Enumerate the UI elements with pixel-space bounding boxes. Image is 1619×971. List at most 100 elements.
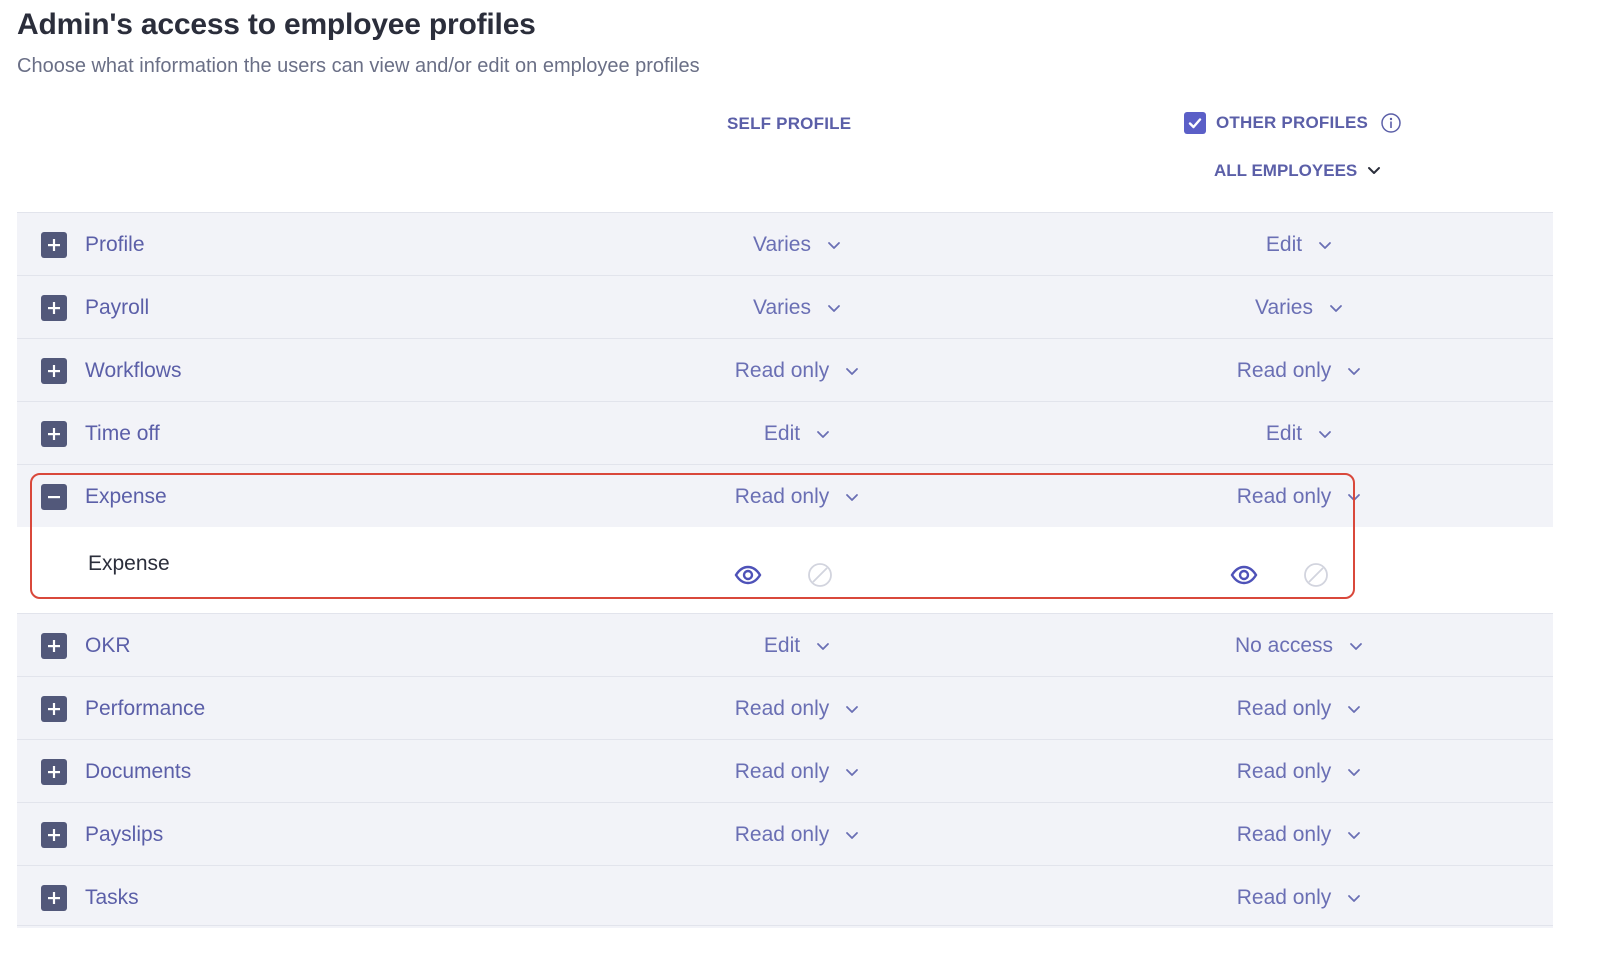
self-access-dropdown[interactable]: Varies [677, 295, 917, 321]
permissions-table: Profile Varies Edit Payroll Varies Varies Work… [17, 212, 1553, 928]
row-label: OKR [85, 634, 131, 657]
expense-detail-row: Expense [17, 527, 1553, 613]
chevron-down-icon [1347, 768, 1361, 777]
plus-icon [47, 427, 61, 441]
plus-icon [47, 828, 61, 842]
chevron-down-icon [845, 367, 859, 376]
table-row-workflows: Workflows Read only Read only [17, 338, 1553, 401]
permissions-page: Admin's access to employee profiles Choo… [0, 0, 1619, 971]
self-access-value: Varies [753, 233, 811, 256]
self-access-value: Read only [734, 823, 830, 846]
chevron-down-icon [1347, 894, 1361, 903]
row-label: Time off [85, 422, 160, 445]
self-access-dropdown[interactable]: Read only [677, 759, 917, 785]
employee-scope-dropdown[interactable]: ALL EMPLOYEES [1214, 161, 1381, 181]
other-access-value: Read only [1236, 823, 1332, 846]
self-access-dropdown[interactable]: Read only [677, 822, 917, 848]
other-access-value: Read only [1236, 760, 1332, 783]
other-access-dropdown[interactable]: Read only [1179, 696, 1419, 722]
other-access-value: Varies [1255, 296, 1313, 319]
chevron-down-icon [1318, 430, 1332, 439]
eye-icon[interactable] [733, 560, 763, 590]
self-profile-header: SELF PROFILE [727, 114, 852, 133]
other-access-dropdown[interactable]: Edit [1179, 232, 1419, 258]
table-row-payroll: Payroll Varies Varies [17, 275, 1553, 338]
table-row-performance: Performance Read only Read only [17, 676, 1553, 739]
other-access-dropdown[interactable]: No access [1179, 633, 1419, 659]
chevron-down-icon [1347, 705, 1361, 714]
chevron-down-icon [1368, 167, 1381, 174]
other-access-value: Read only [1236, 697, 1332, 720]
other-access-dropdown[interactable]: Read only [1179, 885, 1419, 911]
other-access-value: Read only [1236, 886, 1332, 909]
row-label: Expense [85, 485, 167, 508]
row-label: Tasks [85, 886, 139, 909]
plus-icon [47, 765, 61, 779]
no-access-icon[interactable] [1301, 560, 1331, 590]
table-row-documents: Documents Read only Read only [17, 739, 1553, 802]
expand-button[interactable] [41, 633, 67, 659]
plus-icon [47, 364, 61, 378]
expand-button[interactable] [41, 232, 67, 258]
chevron-down-icon [1347, 367, 1361, 376]
self-access-dropdown[interactable]: Edit [677, 633, 917, 659]
other-access-dropdown[interactable]: Read only [1179, 759, 1419, 785]
chevron-down-icon [816, 430, 830, 439]
plus-icon [47, 639, 61, 653]
chevron-down-icon [1347, 831, 1361, 840]
table-row-time-off: Time off Edit Edit [17, 401, 1553, 464]
minus-icon [47, 490, 61, 504]
expand-button[interactable] [41, 822, 67, 848]
employee-scope-label: ALL EMPLOYEES [1214, 161, 1358, 180]
other-access-value: Edit [1265, 233, 1303, 256]
self-access-dropdown[interactable]: Edit [677, 421, 917, 447]
self-access-dropdown[interactable]: Read only [677, 484, 917, 510]
chevron-down-icon [827, 304, 841, 313]
self-access-dropdown[interactable]: Read only [677, 358, 917, 384]
other-access-dropdown[interactable]: Varies [1179, 295, 1419, 321]
chevron-down-icon [1329, 304, 1343, 313]
expand-button[interactable] [41, 358, 67, 384]
chevron-down-icon [1347, 493, 1361, 502]
other-access-dropdown[interactable]: Read only [1179, 822, 1419, 848]
collapse-button[interactable] [41, 484, 67, 510]
other-access-dropdown[interactable]: Read only [1179, 484, 1419, 510]
chevron-down-icon [845, 705, 859, 714]
page-title: Admin's access to employee profiles [17, 8, 536, 41]
table-row-profile: Profile Varies Edit [17, 212, 1553, 275]
table-row-payslips: Payslips Read only Read only [17, 802, 1553, 865]
other-profiles-header: OTHER PROFILES [1184, 112, 1402, 134]
other-access-value: Read only [1236, 485, 1332, 508]
plus-icon [47, 301, 61, 315]
self-access-dropdown[interactable]: Read only [677, 696, 917, 722]
self-access-dropdown[interactable]: Varies [677, 232, 917, 258]
expand-button[interactable] [41, 295, 67, 321]
check-icon [1188, 118, 1202, 129]
self-access-value: Edit [763, 422, 801, 445]
other-access-dropdown[interactable]: Read only [1179, 358, 1419, 384]
other-access-value: No access [1234, 634, 1334, 657]
expand-button[interactable] [41, 696, 67, 722]
info-icon[interactable] [1380, 112, 1402, 134]
chevron-down-icon [1349, 642, 1363, 651]
row-label: Workflows [85, 359, 182, 382]
no-access-icon[interactable] [805, 560, 835, 590]
eye-icon[interactable] [1229, 560, 1259, 590]
other-access-value: Edit [1265, 422, 1303, 445]
plus-icon [47, 702, 61, 716]
chevron-down-icon [816, 642, 830, 651]
plus-icon [47, 891, 61, 905]
expand-button[interactable] [41, 421, 67, 447]
row-label: Performance [85, 697, 206, 720]
table-row-tasks: Tasks Read only [17, 865, 1553, 928]
self-access-value: Varies [753, 296, 811, 319]
expand-button[interactable] [41, 885, 67, 911]
other-profiles-checkbox[interactable] [1184, 112, 1206, 134]
other-access-dropdown[interactable]: Edit [1179, 421, 1419, 447]
self-access-value: Read only [734, 485, 830, 508]
row-label: Profile [85, 233, 145, 256]
expand-button[interactable] [41, 759, 67, 785]
chevron-down-icon [827, 241, 841, 250]
chevron-down-icon [845, 493, 859, 502]
chevron-down-icon [845, 768, 859, 777]
